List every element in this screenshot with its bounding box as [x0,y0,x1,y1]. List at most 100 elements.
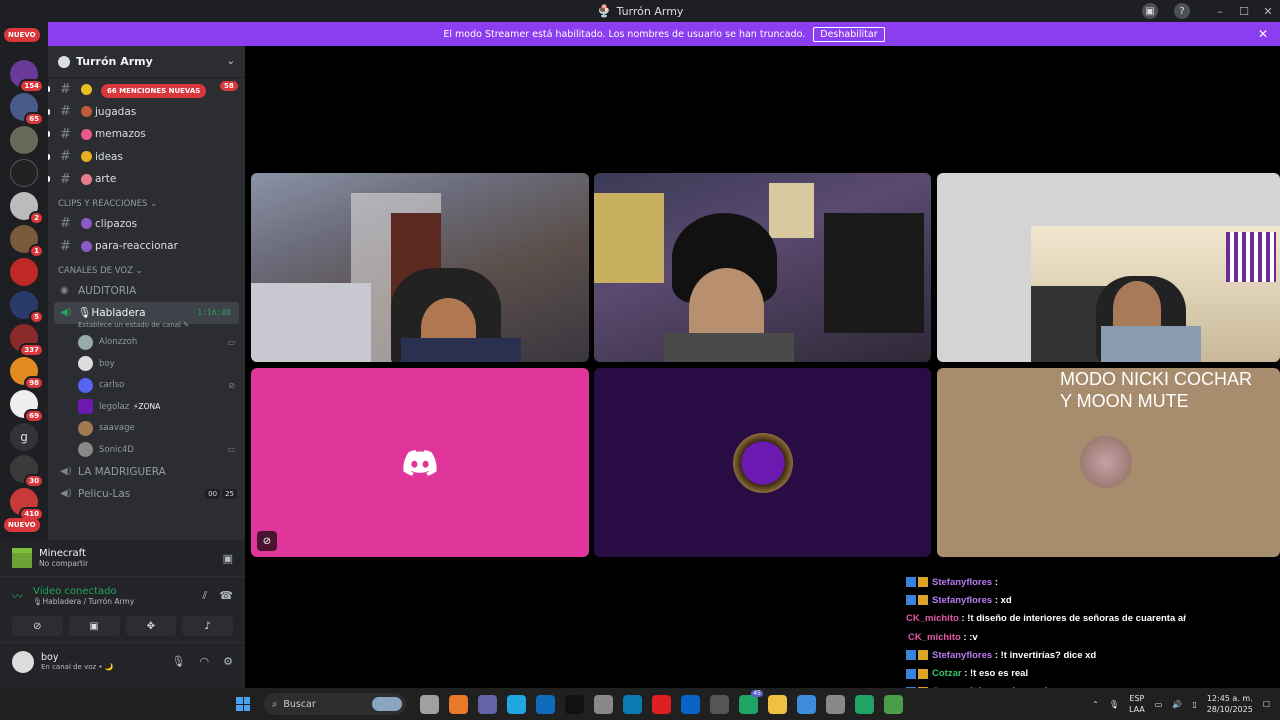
channel-item-jugadas[interactable]: # jugadas [48,101,245,124]
server-header[interactable]: Turrón Army ⌄ [48,46,245,78]
connection-status: Vídeo conectado [33,585,117,597]
taskbar-app-icon[interactable] [565,694,584,714]
wanted-poster [769,183,814,238]
volume-icon[interactable]: 🔊 [1172,700,1182,709]
server-icon[interactable]: 2 [10,192,44,225]
channel-item-ideas[interactable]: # ideas [48,146,245,169]
voice-member[interactable]: legolaz ⚡ZONA [48,396,245,418]
disable-streamer-button[interactable]: Deshabilitar [813,26,885,42]
video-tile-avatar[interactable] [594,368,931,557]
microphone-icon[interactable]: 🎙 [172,655,186,668]
video-tile-camera[interactable] [594,173,931,362]
taskbar-app-icon[interactable] [449,694,468,714]
taskbar-app-icon[interactable] [884,694,903,714]
server-icon[interactable] [10,126,38,154]
server-icon[interactable]: 410 [10,488,44,521]
clock[interactable]: 12:45 a. m. 28/10/2025 [1207,693,1253,715]
server-icon[interactable]: g [10,423,38,451]
taskbar-app-icon[interactable] [536,694,555,714]
taskbar-app-icon[interactable] [768,694,787,714]
server-icon[interactable]: 154 [10,60,44,93]
voice-member[interactable]: saavage [48,418,245,440]
signal-icon[interactable]: 〰 [12,588,23,604]
channel-item[interactable]: # [48,78,245,101]
taskbar-app-icon[interactable] [681,694,700,714]
taskbar-app-icon[interactable] [797,694,816,714]
network-icon[interactable]: ▭ [1155,700,1163,709]
taskbar-app-icon[interactable] [623,694,642,714]
discord-logo-icon [403,449,437,476]
notifications-icon[interactable]: ☐ [1263,700,1270,709]
server-icon[interactable]: 337 [10,324,44,357]
voice-member[interactable]: Alonzzoh ▭ [48,332,245,354]
voice-member[interactable]: Sonic4D ▭ [48,439,245,461]
server-icon[interactable]: 5 [10,291,44,324]
avatar[interactable] [12,650,34,673]
hash-icon: # [60,104,71,120]
user-name: boy [41,652,59,663]
video-tile-camera[interactable] [251,173,589,362]
taskbar-app-icon[interactable]: 45 [739,689,763,714]
video-tile-screen[interactable] [937,173,1280,362]
share-screen-button[interactable]: ▣ [68,616,120,636]
headphones-icon[interactable]: ◠ [200,655,210,668]
server-icon[interactable]: 69 [10,390,44,423]
share-screen-icon[interactable]: ▣ [223,552,233,565]
taskbar-app-icon[interactable] [855,694,874,714]
server-icon[interactable]: 65 [10,93,44,126]
channel-item-para-reaccionar[interactable]: # para-reaccionar [48,235,245,258]
voice-member[interactable]: boy [48,353,245,375]
minimize-button[interactable]: – [1208,5,1232,18]
taskbar-app-icon[interactable] [652,694,671,714]
taskbar-app-icon[interactable] [710,694,729,714]
emoji-icon [81,173,92,185]
noise-suppression-icon[interactable]: ⫽ [202,589,207,603]
voice-member[interactable]: carlso ⊘ [48,375,245,397]
channel-item-arte[interactable]: # arte [48,168,245,191]
voice-channel-auditoria[interactable]: ◉ AUDITORIA [48,280,245,302]
inbox-icon[interactable]: ▣ [1142,3,1158,19]
category-clips[interactable]: CLIPS Y REACCIONES ⌄ [48,191,245,213]
voice-channel-pelicu-las[interactable]: ◀) Pelicu-Las 00 25 [48,483,245,505]
channel-item-memazos[interactable]: # memazos [48,123,245,146]
maximize-button[interactable]: ☐ [1232,5,1256,18]
server-icon[interactable] [10,258,38,286]
taskbar-app-icon[interactable] [594,694,613,714]
overlay-line: Y MOON MUTE [1060,391,1189,411]
activities-button[interactable]: ✥ [125,616,177,636]
mic-tray-icon[interactable]: 🎙 [1109,700,1119,709]
server-icon[interactable] [10,159,38,187]
channel-item-clipazos[interactable]: # clipazos [48,213,245,236]
chat-message: Cotzar : !t eso es real [906,664,1186,682]
chat-text: !t eso es real [970,668,1029,680]
voice-channel-label: 🎙Habladera [78,307,146,319]
taskbar-search[interactable]: ⌕ Buscar [264,693,406,715]
chevron-up-icon[interactable]: ⌃ [1092,700,1099,709]
category-voice[interactable]: CANALES DE VOZ ⌄ [48,258,245,280]
soundboard-button[interactable]: ♪ [182,616,233,636]
server-icon[interactable]: 1 [10,225,44,258]
video-tile-avatar[interactable]: ⊘ [251,368,589,557]
taskbar-app-icon[interactable] [826,694,845,714]
disconnect-icon[interactable]: ☎ [219,589,233,603]
help-icon[interactable]: ? [1174,3,1190,19]
taskbar-app-icon[interactable] [478,694,497,714]
server-icon[interactable]: 30 [10,455,44,488]
taskbar-app-icon[interactable] [507,694,526,714]
connection-channel[interactable]: 🎙Habladera / Turrón Army [33,597,134,606]
server-icon[interactable]: 98 [10,357,44,390]
chat-username: Cotzar [932,668,962,680]
settings-gear-icon[interactable]: ⚙ [223,655,233,668]
unread-badge: 5 [29,310,44,324]
language-indicator[interactable]: ESP LAA [1129,693,1145,715]
camera-off-button[interactable]: ⊘ [12,616,63,636]
close-icon[interactable]: ✕ [1258,27,1268,41]
speaker-icon: ◀) [60,307,72,318]
voice-channel-madriguera[interactable]: ◀) LA MADRIGUERA [48,461,245,483]
set-channel-status[interactable]: Establece un estado de canal ✎ [48,321,245,329]
video-tile-avatar[interactable]: MODO NICKI COCHAR Y MOON MUTE [937,368,1280,557]
battery-icon[interactable]: ▯ [1192,700,1196,709]
windows-start-icon[interactable] [236,697,250,711]
close-window-button[interactable]: ✕ [1256,5,1280,18]
taskbar-app-icon[interactable] [420,694,439,714]
